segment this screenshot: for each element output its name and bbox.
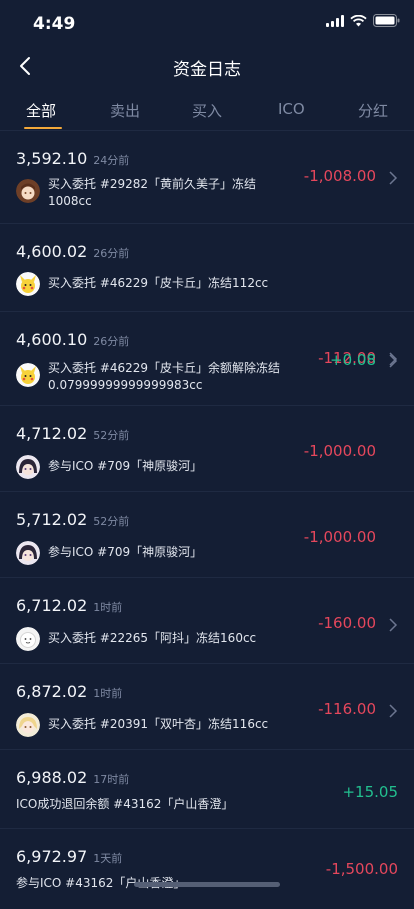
time-ago: 17时前 bbox=[93, 773, 130, 786]
tab-all[interactable]: 全部 bbox=[26, 100, 56, 121]
balance: 4,712.02 52分前 bbox=[16, 424, 130, 443]
time-ago: 1天前 bbox=[93, 852, 123, 865]
avatar bbox=[16, 272, 40, 296]
entry-description: 买入委托 #20391「双叶杏」冻结116cc bbox=[48, 717, 269, 731]
amount: -116.00 bbox=[318, 700, 376, 718]
fund-log-list: 3,592.10 24分前 买入委托 #29282「黄前久美子」冻结 1008cc… bbox=[0, 131, 414, 909]
tab-dividend[interactable]: 分红 bbox=[358, 100, 388, 121]
wifi-icon bbox=[350, 14, 367, 26]
avatar bbox=[16, 455, 40, 479]
amount: +15.05 bbox=[342, 783, 398, 801]
status-icons bbox=[326, 14, 400, 27]
chevron-right-icon bbox=[389, 354, 398, 368]
time-ago: 24分前 bbox=[93, 154, 130, 167]
balance: 6,872.02 1时前 bbox=[16, 682, 123, 701]
entry-description: 买入委托 #22265「阿抖」冻结160cc bbox=[48, 631, 257, 645]
entry-description: ICO成功退回余额 #43162「户山香澄」 bbox=[16, 797, 234, 811]
avatar bbox=[16, 627, 40, 651]
status-bar: 4:49 bbox=[0, 0, 414, 44]
list-item[interactable]: 4,712.02 52分前 参与ICO #709「神原骏河」 -1,000.00 bbox=[0, 406, 414, 492]
tab-sell[interactable]: 卖出 bbox=[110, 100, 140, 121]
amount: -160.00 bbox=[318, 614, 376, 632]
entry-description: 买入委托 #29282「黄前久美子」冻结 1008cc bbox=[48, 177, 257, 208]
amount: -1,500.00 bbox=[325, 860, 398, 878]
time-ago: 26分前 bbox=[93, 247, 130, 260]
tab-ico[interactable]: ICO bbox=[278, 100, 305, 118]
time-ago: 26分前 bbox=[93, 335, 130, 348]
list-item[interactable]: 3,592.10 24分前 买入委托 #29282「黄前久美子」冻结 1008cc… bbox=[0, 131, 414, 224]
status-time: 4:49 bbox=[33, 14, 76, 34]
avatar bbox=[16, 713, 40, 737]
tab-bar: 全部 卖出 买入 ICO 分红 bbox=[0, 92, 414, 130]
avatar bbox=[16, 541, 40, 565]
list-item[interactable]: 6,872.02 1时前 买入委托 #20391「双叶杏」冻结116cc -116… bbox=[0, 664, 414, 750]
list-item[interactable]: 6,972.97 1天前 参与ICO #43162「户山香澄」 -1,500.00 bbox=[0, 829, 414, 909]
time-ago: 1时前 bbox=[93, 601, 123, 614]
list-item[interactable]: 6,712.02 1时前 买入委托 #22265「阿抖」冻结160cc -160.… bbox=[0, 578, 414, 664]
chevron-right-icon bbox=[389, 618, 398, 632]
home-indicator bbox=[134, 882, 280, 887]
entry-description: 买入委托 #46229「皮卡丘」余额解除冻结 0.079999999999999… bbox=[48, 361, 281, 392]
balance: 5,712.02 52分前 bbox=[16, 510, 130, 529]
time-ago: 52分前 bbox=[93, 429, 130, 442]
tab-underline bbox=[24, 127, 62, 129]
balance: 4,600.02 26分前 bbox=[16, 242, 130, 261]
amount: -1,000.00 bbox=[303, 528, 376, 546]
page-title: 资金日志 bbox=[173, 60, 241, 80]
balance: 6,988.02 17时前 bbox=[16, 768, 130, 787]
balance: 4,600.10 26分前 bbox=[16, 330, 130, 349]
list-item[interactable]: 5,712.02 52分前 参与ICO #709「神原骏河」 -1,000.00 bbox=[0, 492, 414, 578]
amount: -1,008.00 bbox=[303, 167, 376, 185]
signal-icon bbox=[326, 14, 344, 27]
chevron-right-icon bbox=[389, 704, 398, 718]
list-item[interactable]: 4,600.10 26分前 买入委托 #46229「皮卡丘」余额解除冻结 0.07… bbox=[0, 312, 414, 406]
entry-description: 买入委托 #46229「皮卡丘」冻结112cc bbox=[48, 276, 269, 290]
chevron-right-icon bbox=[389, 171, 398, 185]
entry-description: 参与ICO #709「神原骏河」 bbox=[48, 459, 203, 473]
list-item[interactable]: 6,988.02 17时前 ICO成功退回余额 #43162「户山香澄」 +15.… bbox=[0, 750, 414, 829]
balance: 3,592.10 24分前 bbox=[16, 149, 130, 168]
nav-bar: 资金日志 bbox=[0, 44, 414, 88]
time-ago: 52分前 bbox=[93, 515, 130, 528]
balance: 6,712.02 1时前 bbox=[16, 596, 123, 615]
battery-icon bbox=[373, 14, 400, 27]
tab-buy[interactable]: 买入 bbox=[192, 100, 222, 121]
amount: +0.08 bbox=[330, 351, 376, 369]
list-item[interactable]: 4,600.02 26分前 买入委托 #46229「皮卡丘」冻结112cc -11… bbox=[0, 224, 414, 367]
amount: -1,000.00 bbox=[303, 442, 376, 460]
entry-description: 参与ICO #709「神原骏河」 bbox=[48, 545, 203, 559]
balance: 6,972.97 1天前 bbox=[16, 847, 123, 866]
avatar bbox=[16, 179, 40, 203]
time-ago: 1时前 bbox=[93, 687, 123, 700]
avatar bbox=[16, 363, 40, 387]
